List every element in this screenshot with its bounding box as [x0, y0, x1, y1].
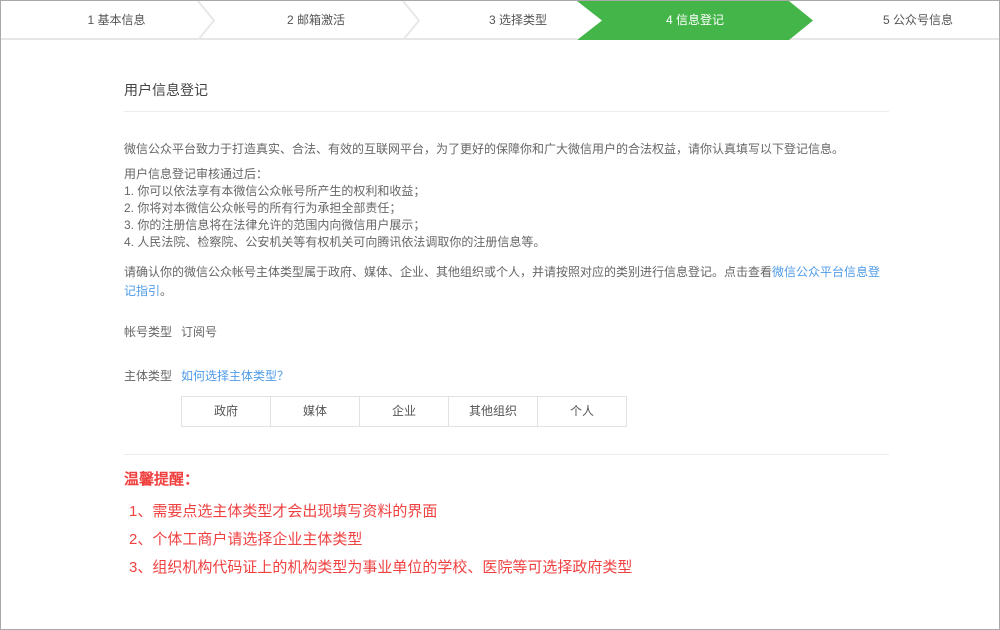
confirm-text: 请确认你的微信公众帐号主体类型属于政府、媒体、企业、其他组织或个人，并请按照对应…	[124, 265, 772, 279]
reminder-item-3: 3、组织机构代码证上的机构类型为事业单位的学校、医院等可选择政府类型	[129, 554, 889, 582]
account-type-value: 订阅号	[181, 323, 217, 340]
account-type-row: 帐号类型 订阅号	[124, 323, 889, 340]
registration-page: 1 基本信息 2 邮箱激活 3 选择类型 4 信息登记 5 公众号信息 用户信息…	[0, 0, 1000, 630]
option-other-org-button[interactable]: 其他组织	[448, 396, 538, 427]
confirm-suffix: 。	[160, 284, 172, 298]
reminder-item-2: 2、个体工商户请选择企业主体类型	[129, 526, 889, 554]
confirm-paragraph: 请确认你的微信公众帐号主体类型属于政府、媒体、企业、其他组织或个人，并请按照对应…	[124, 263, 889, 301]
step-3-select-type: 3 选择类型	[420, 1, 616, 40]
section-divider	[124, 454, 889, 455]
step-1-basic-info: 1 基本信息	[19, 1, 214, 40]
account-type-label: 帐号类型	[124, 323, 181, 340]
subject-type-label: 主体类型	[124, 367, 181, 384]
warm-reminder-title: 温馨提醒：	[124, 468, 889, 492]
section-title: 用户信息登记	[124, 40, 889, 112]
option-individual-button[interactable]: 个人	[537, 396, 627, 427]
review-item-1: 1. 你可以依法享有本微信公众帐号所产生的权利和收益；	[124, 183, 889, 200]
step-progress-bar: 1 基本信息 2 邮箱激活 3 选择类型 4 信息登记 5 公众号信息	[1, 1, 999, 40]
review-item-4: 4. 人民法院、检察院、公安机关等有权机关可向腾讯依法调取你的注册信息等。	[124, 234, 889, 251]
option-government-button[interactable]: 政府	[181, 396, 271, 427]
subject-type-help-link[interactable]: 如何选择主体类型？	[181, 367, 289, 384]
step-4-info-registration-active: 4 信息登记	[589, 1, 801, 40]
review-item-2: 2. 你将对本微信公众帐号的所有行为承担全部责任；	[124, 200, 889, 217]
warm-reminder-block: 温馨提醒： 1、需要点选主体类型才会出现填写资料的界面 2、个体工商户请选择企业…	[124, 468, 889, 582]
subject-type-options: 政府 媒体 企业 其他组织 个人	[181, 396, 889, 427]
review-item-3: 3. 你的注册信息将在法律允许的范围内向微信用户展示；	[124, 217, 889, 234]
step-2-email-activation: 2 邮箱激活	[218, 1, 414, 40]
option-enterprise-button[interactable]: 企业	[359, 396, 449, 427]
intro-paragraph: 微信公众平台致力于打造真实、合法、有效的互联网平台，为了更好的保障你和广大微信用…	[124, 140, 889, 158]
registration-form: 帐号类型 订阅号 主体类型 如何选择主体类型？ 政府 媒体 企业 其他组织 个人	[124, 323, 889, 427]
review-terms-block: 用户信息登记审核通过后： 1. 你可以依法享有本微信公众帐号所产生的权利和收益；…	[124, 166, 889, 251]
step-5-account-info: 5 公众号信息	[839, 1, 997, 40]
reminder-item-1: 1、需要点选主体类型才会出现填写资料的界面	[129, 498, 889, 526]
subject-type-row: 主体类型 如何选择主体类型？	[124, 367, 889, 384]
option-media-button[interactable]: 媒体	[270, 396, 360, 427]
main-content: 用户信息登记 微信公众平台致力于打造真实、合法、有效的互联网平台，为了更好的保障…	[124, 40, 889, 582]
review-heading: 用户信息登记审核通过后：	[124, 166, 889, 183]
warm-reminder-items: 1、需要点选主体类型才会出现填写资料的界面 2、个体工商户请选择企业主体类型 3…	[129, 498, 889, 582]
